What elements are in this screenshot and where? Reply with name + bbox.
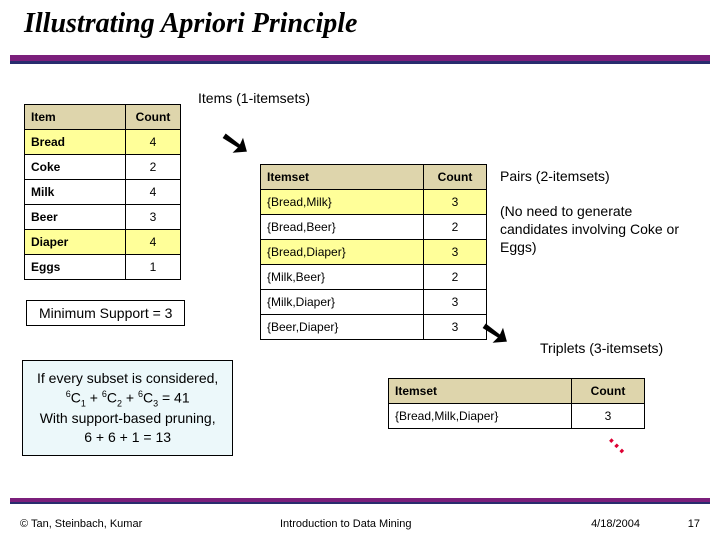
footer-page: 17 — [688, 518, 700, 530]
td: 3 — [424, 190, 487, 215]
td: Bread — [25, 130, 126, 155]
td: 1 — [126, 255, 181, 280]
minsup-box: Minimum Support = 3 — [26, 300, 185, 326]
calc-l3: With support-based pruning, — [37, 409, 218, 428]
td: 3 — [424, 240, 487, 265]
calc-l4: 6 + 6 + 1 = 13 — [37, 428, 218, 447]
td: 4 — [126, 230, 181, 255]
td: Diaper — [25, 230, 126, 255]
td: 3 — [572, 404, 645, 429]
th: Count — [424, 165, 487, 190]
td: 2 — [126, 155, 181, 180]
footer-date: 4/18/2004 — [591, 518, 640, 530]
th: Count — [572, 379, 645, 404]
td: 4 — [126, 180, 181, 205]
td: 2 — [424, 215, 487, 240]
th: Count — [126, 105, 181, 130]
td: 4 — [126, 130, 181, 155]
table-2-itemsets: ItemsetCount {Bread,Milk}3 {Bread,Beer}2… — [260, 164, 487, 340]
pairs-note: (No need to generate candidates involvin… — [500, 202, 700, 257]
label-items: Items (1-itemsets) — [198, 90, 310, 106]
arrow-down-right-icon: ➘ — [217, 120, 254, 167]
td: {Bread,Milk,Diaper} — [389, 404, 572, 429]
calc-l2: 6C1 + 6C2 + 6C3 = 41 — [37, 388, 218, 410]
td: 3 — [424, 290, 487, 315]
label-pairs: Pairs (2-itemsets) — [500, 168, 610, 184]
label-triplets: Triplets (3-itemsets) — [540, 340, 663, 356]
th: Itemset — [389, 379, 572, 404]
td: {Beer,Diaper} — [261, 315, 424, 340]
th: Itemset — [261, 165, 424, 190]
table-3-itemsets: ItemsetCount {Bread,Milk,Diaper}3 — [388, 378, 645, 429]
td: Milk — [25, 180, 126, 205]
td: 2 — [424, 265, 487, 290]
calc-l1: If every subset is considered, — [37, 369, 218, 388]
footer-copyright: © Tan, Steinbach, Kumar — [20, 518, 142, 530]
footer-center: Introduction to Data Mining — [280, 518, 411, 530]
td: {Bread,Beer} — [261, 215, 424, 240]
ellipsis-dots-icon: ⋯ — [600, 429, 633, 462]
td: 3 — [126, 205, 181, 230]
calc-box: If every subset is considered, 6C1 + 6C2… — [22, 360, 233, 456]
th: Item — [25, 105, 126, 130]
title-rule — [10, 55, 710, 61]
page-title: Illustrating Apriori Principle — [24, 8, 357, 40]
td: Eggs — [25, 255, 126, 280]
table-1-itemsets: ItemCount Bread4 Coke2 Milk4 Beer3 Diape… — [24, 104, 181, 280]
td: Coke — [25, 155, 126, 180]
td: {Bread,Diaper} — [261, 240, 424, 265]
td: {Milk,Diaper} — [261, 290, 424, 315]
td: {Bread,Milk} — [261, 190, 424, 215]
arrow-down-right-icon: ➘ — [477, 310, 514, 357]
td: Beer — [25, 205, 126, 230]
td: {Milk,Beer} — [261, 265, 424, 290]
footer-rule — [10, 498, 710, 502]
